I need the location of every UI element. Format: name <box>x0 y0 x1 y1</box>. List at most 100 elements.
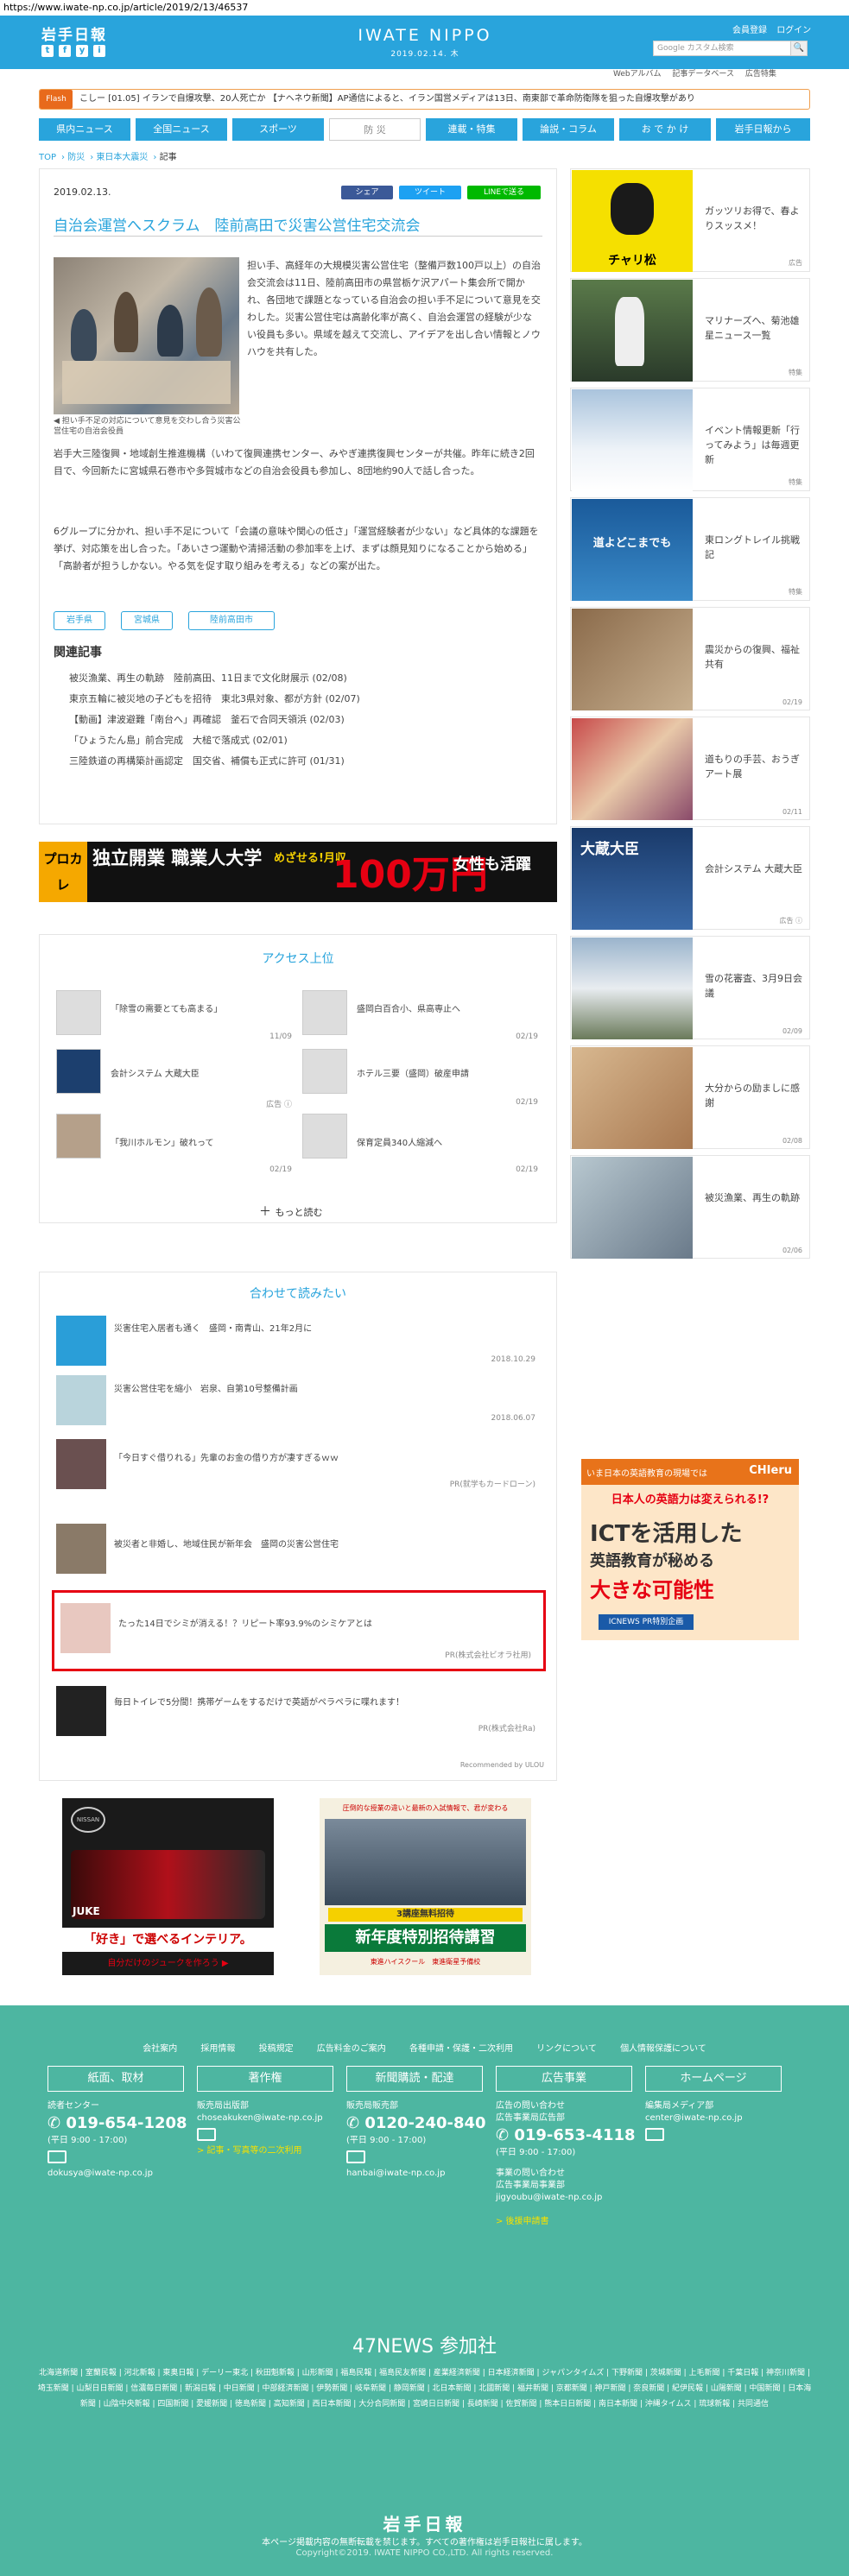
register-link[interactable]: 会員登録 <box>732 26 767 35</box>
footer-link[interactable]: リンクについて <box>536 2044 597 2054</box>
tweet-button[interactable]: ツイート <box>399 186 461 199</box>
ranking-thumb[interactable] <box>302 1049 347 1094</box>
mail-icon[interactable] <box>48 2150 67 2163</box>
subnav-album[interactable]: Webアルバム <box>613 70 662 79</box>
email-link[interactable]: jigyoubu@iwate-np.co.jp <box>496 2192 643 2204</box>
sidebar-item[interactable]: 雪の花審査、3月9日会議 02/09 <box>570 936 810 1039</box>
rec-thumb[interactable] <box>56 1439 106 1489</box>
footer-link[interactable]: 採用情報 <box>200 2044 235 2054</box>
ranking-thumb[interactable] <box>302 1114 347 1159</box>
article-photo[interactable] <box>54 257 239 414</box>
flash-text[interactable]: こしー [01.05] イランで自爆攻撃、20人死亡か 【ナヘネウ新聞】AP通信… <box>79 90 805 109</box>
tag-rikuzentakata[interactable]: 陸前高田市 <box>188 611 275 630</box>
instagram-icon[interactable]: i <box>93 45 105 57</box>
nissan-ad[interactable]: NISSAN JUKE 「好き」で選べるインテリア。 自分だけのジュークを作ろう… <box>62 1798 274 1975</box>
partner-list[interactable]: 北海道新聞 | 室蘭民報 | 河北新報 | 東奥日報 | デーリー東北 | 秋田… <box>35 2365 814 2412</box>
sidebar-item[interactable]: 道もりの手芸、おうぎアート展 02/11 <box>570 717 810 820</box>
related-link[interactable]: 「ひょうたん島」前合完成 大槌で落成式 (02/01) <box>69 733 288 747</box>
rec-title[interactable]: 毎日トイレで5分間！携帯ゲームをするだけで英語がペラペラに喋れます！ <box>114 1695 404 1708</box>
rec-title[interactable]: たった14日でシミが消える！？リピート率93.9%のシミケアとは <box>118 1616 372 1629</box>
email-link[interactable]: dokusya@iwate-np.co.jp <box>48 2168 194 2180</box>
footer-logo[interactable]: 岩手日報 <box>0 2510 849 2535</box>
sidebar-ad[interactable]: いま日本の英語教育の現場では CHIeru 日本人の英語力は変えられる!? IC… <box>581 1459 799 1640</box>
nav-national-news[interactable]: 全国ニュース <box>136 118 227 141</box>
footer-link[interactable]: 個人情報保護について <box>620 2044 706 2054</box>
sidebar-item[interactable]: 大分からの励ましに感謝 02/08 <box>570 1045 810 1149</box>
read-more-button[interactable]: ＋ もっと読む <box>259 1203 322 1220</box>
tag-miyagi[interactable]: 宮城県 <box>121 611 173 630</box>
nav-local-news[interactable]: 県内ニュース <box>39 118 130 141</box>
ranking-thumb[interactable] <box>56 990 101 1035</box>
nav-sports[interactable]: スポーツ <box>232 118 324 141</box>
facebook-icon[interactable]: f <box>59 45 71 57</box>
line-share-button[interactable]: LINEで送る <box>467 186 541 199</box>
facebook-share-button[interactable]: シェア <box>341 186 393 199</box>
rec-thumb[interactable] <box>60 1603 111 1653</box>
sidebar-item[interactable]: マリナーズへ、菊池雄星ニュース一覧 特集 <box>570 278 810 382</box>
sidebar-item[interactable]: チャリ松 ガッツリお得で、春よりスッスメ！ 広告 <box>570 168 810 272</box>
twitter-icon[interactable]: t <box>41 45 54 57</box>
ranking-item[interactable]: ホテル三要（盛岡）破産申請 <box>357 1066 512 1079</box>
secondary-use-link[interactable]: > 記事・写真等の二次利用 <box>197 2145 344 2157</box>
rec-title[interactable]: 災害公営住宅を縮小 岩泉、自第10号整備計画 <box>114 1381 298 1394</box>
mail-icon[interactable] <box>197 2128 216 2141</box>
ranking-thumb[interactable] <box>56 1049 101 1094</box>
sidebar-item[interactable]: 震災からの復興、福祉共有 02/19 <box>570 607 810 710</box>
rec-title[interactable]: 被災者と非婚し、地域住民が新年会 盛岡の災害公営住宅 <box>114 1537 339 1550</box>
sidebar-item[interactable]: 大蔵大臣 会計システム 大蔵大臣 広告 ⓘ <box>570 826 810 930</box>
crumb-earthquake[interactable]: 東日本大震災 <box>96 153 148 162</box>
rec-title[interactable]: 災害住宅入居者も通く 盛岡・南青山、21年2月に <box>114 1321 312 1334</box>
rec-title[interactable]: 「今日すぐ借りれる」先輩のお金の借り方が凄すぎるｗｗ <box>114 1450 339 1463</box>
rec-thumb[interactable] <box>56 1524 106 1574</box>
rec-thumb[interactable] <box>56 1316 106 1366</box>
related-link[interactable]: 被災漁業、再生の軌跡 陸前高田、11日まで文化財展示 (02/08) <box>69 671 347 685</box>
related-link[interactable]: 三陸鉄道の再構築計画認定 国交省、補償も正式に許可 (01/31) <box>69 754 345 767</box>
sponsor-link[interactable]: > 後援申請書 <box>496 2216 643 2228</box>
phone-number[interactable]: ✆ 0120-240-840 <box>346 2112 493 2135</box>
email-link[interactable]: center@iwate-np.co.jp <box>645 2112 792 2125</box>
youtube-icon[interactable]: y <box>76 45 88 57</box>
ranking-item[interactable]: 「除雪の需要とても高まる」 <box>111 1001 266 1014</box>
nav-outing[interactable]: お で か け <box>619 118 711 141</box>
subnav-database[interactable]: 記事データベース <box>672 70 734 79</box>
nav-from-iwate[interactable]: 岩手日報から <box>716 118 810 141</box>
footer-link[interactable]: 各種申請・保護・二次利用 <box>409 2044 513 2054</box>
mail-icon[interactable] <box>346 2150 365 2163</box>
login-link[interactable]: ログイン <box>776 26 811 35</box>
sidebar-item[interactable]: イベント情報更新「行ってみよう」は毎週更新 特集 <box>570 388 810 491</box>
rec-thumb[interactable] <box>56 1375 106 1425</box>
ranking-thumb[interactable] <box>56 1114 101 1159</box>
ranking-item[interactable]: 「我川ホルモン」破れって <box>111 1135 266 1148</box>
mail-icon[interactable] <box>645 2128 664 2141</box>
nav-column[interactable]: 論説・コラム <box>523 118 614 141</box>
recommend-powered[interactable]: Recommended by ULOU <box>432 1761 544 1769</box>
nav-disaster[interactable]: 防 災 <box>329 118 421 141</box>
nav-features[interactable]: 連載・特集 <box>426 118 517 141</box>
site-logo[interactable]: 岩手日報 <box>41 22 107 44</box>
ranking-item[interactable]: 盛岡白百合小、県高専止へ <box>357 1001 512 1014</box>
subnav-ads[interactable]: 広告特集 <box>745 70 776 79</box>
tag-iwate[interactable]: 岩手県 <box>54 611 105 630</box>
sidebar-item[interactable]: 道よどこまでも 東ロングトレイル挑戦記 特集 <box>570 497 810 601</box>
phone-number[interactable]: ✆ 019-654-1208 <box>48 2112 194 2135</box>
search-input[interactable]: Google カスタム検索 <box>653 41 791 56</box>
crumb-top[interactable]: TOP <box>39 153 56 162</box>
footer-link[interactable]: 広告料金のご案内 <box>317 2044 386 2054</box>
footer-link[interactable]: 会社案内 <box>143 2044 177 2054</box>
related-link[interactable]: 【動画】津波避難「南台へ」再確認 釜石で合同天領浜 (02/03) <box>69 712 345 726</box>
banner-ad[interactable]: プロカレ 独立開業 職業人大学 めざせる!月収 100万円 女性も活躍 <box>39 842 557 902</box>
related-link[interactable]: 東京五輪に被災地の子どもを招待 東北3県対象、都が方針 (02/07) <box>69 691 360 705</box>
sidebar-item[interactable]: 被災漁業、再生の軌跡 02/06 <box>570 1155 810 1259</box>
footer-col-advertising: 広告の問い合わせ 広告事業局広告部 ✆ 019-653-4118 (平日 9:0… <box>496 2100 643 2228</box>
crumb-disaster[interactable]: 防災 <box>67 153 85 162</box>
ranking-item[interactable]: 会計システム 大蔵大臣 <box>111 1066 266 1079</box>
email-link[interactable]: hanbai@iwate-np.co.jp <box>346 2168 493 2180</box>
email-link[interactable]: choseakuken@iwate-np.co.jp <box>197 2112 344 2125</box>
toshin-ad[interactable]: 圧倒的な授業の違いと最新の入試情報で、君が変わる 3講座無料招待 新年度特別招待… <box>320 1798 531 1975</box>
rec-thumb[interactable] <box>56 1686 106 1736</box>
ranking-item[interactable]: 保育定員340人縮減へ <box>357 1135 512 1148</box>
ranking-thumb[interactable] <box>302 990 347 1035</box>
phone-number[interactable]: ✆ 019-653-4118 <box>496 2125 643 2147</box>
footer-link[interactable]: 投稿規定 <box>259 2044 294 2054</box>
search-icon[interactable]: 🔍 <box>790 41 808 56</box>
